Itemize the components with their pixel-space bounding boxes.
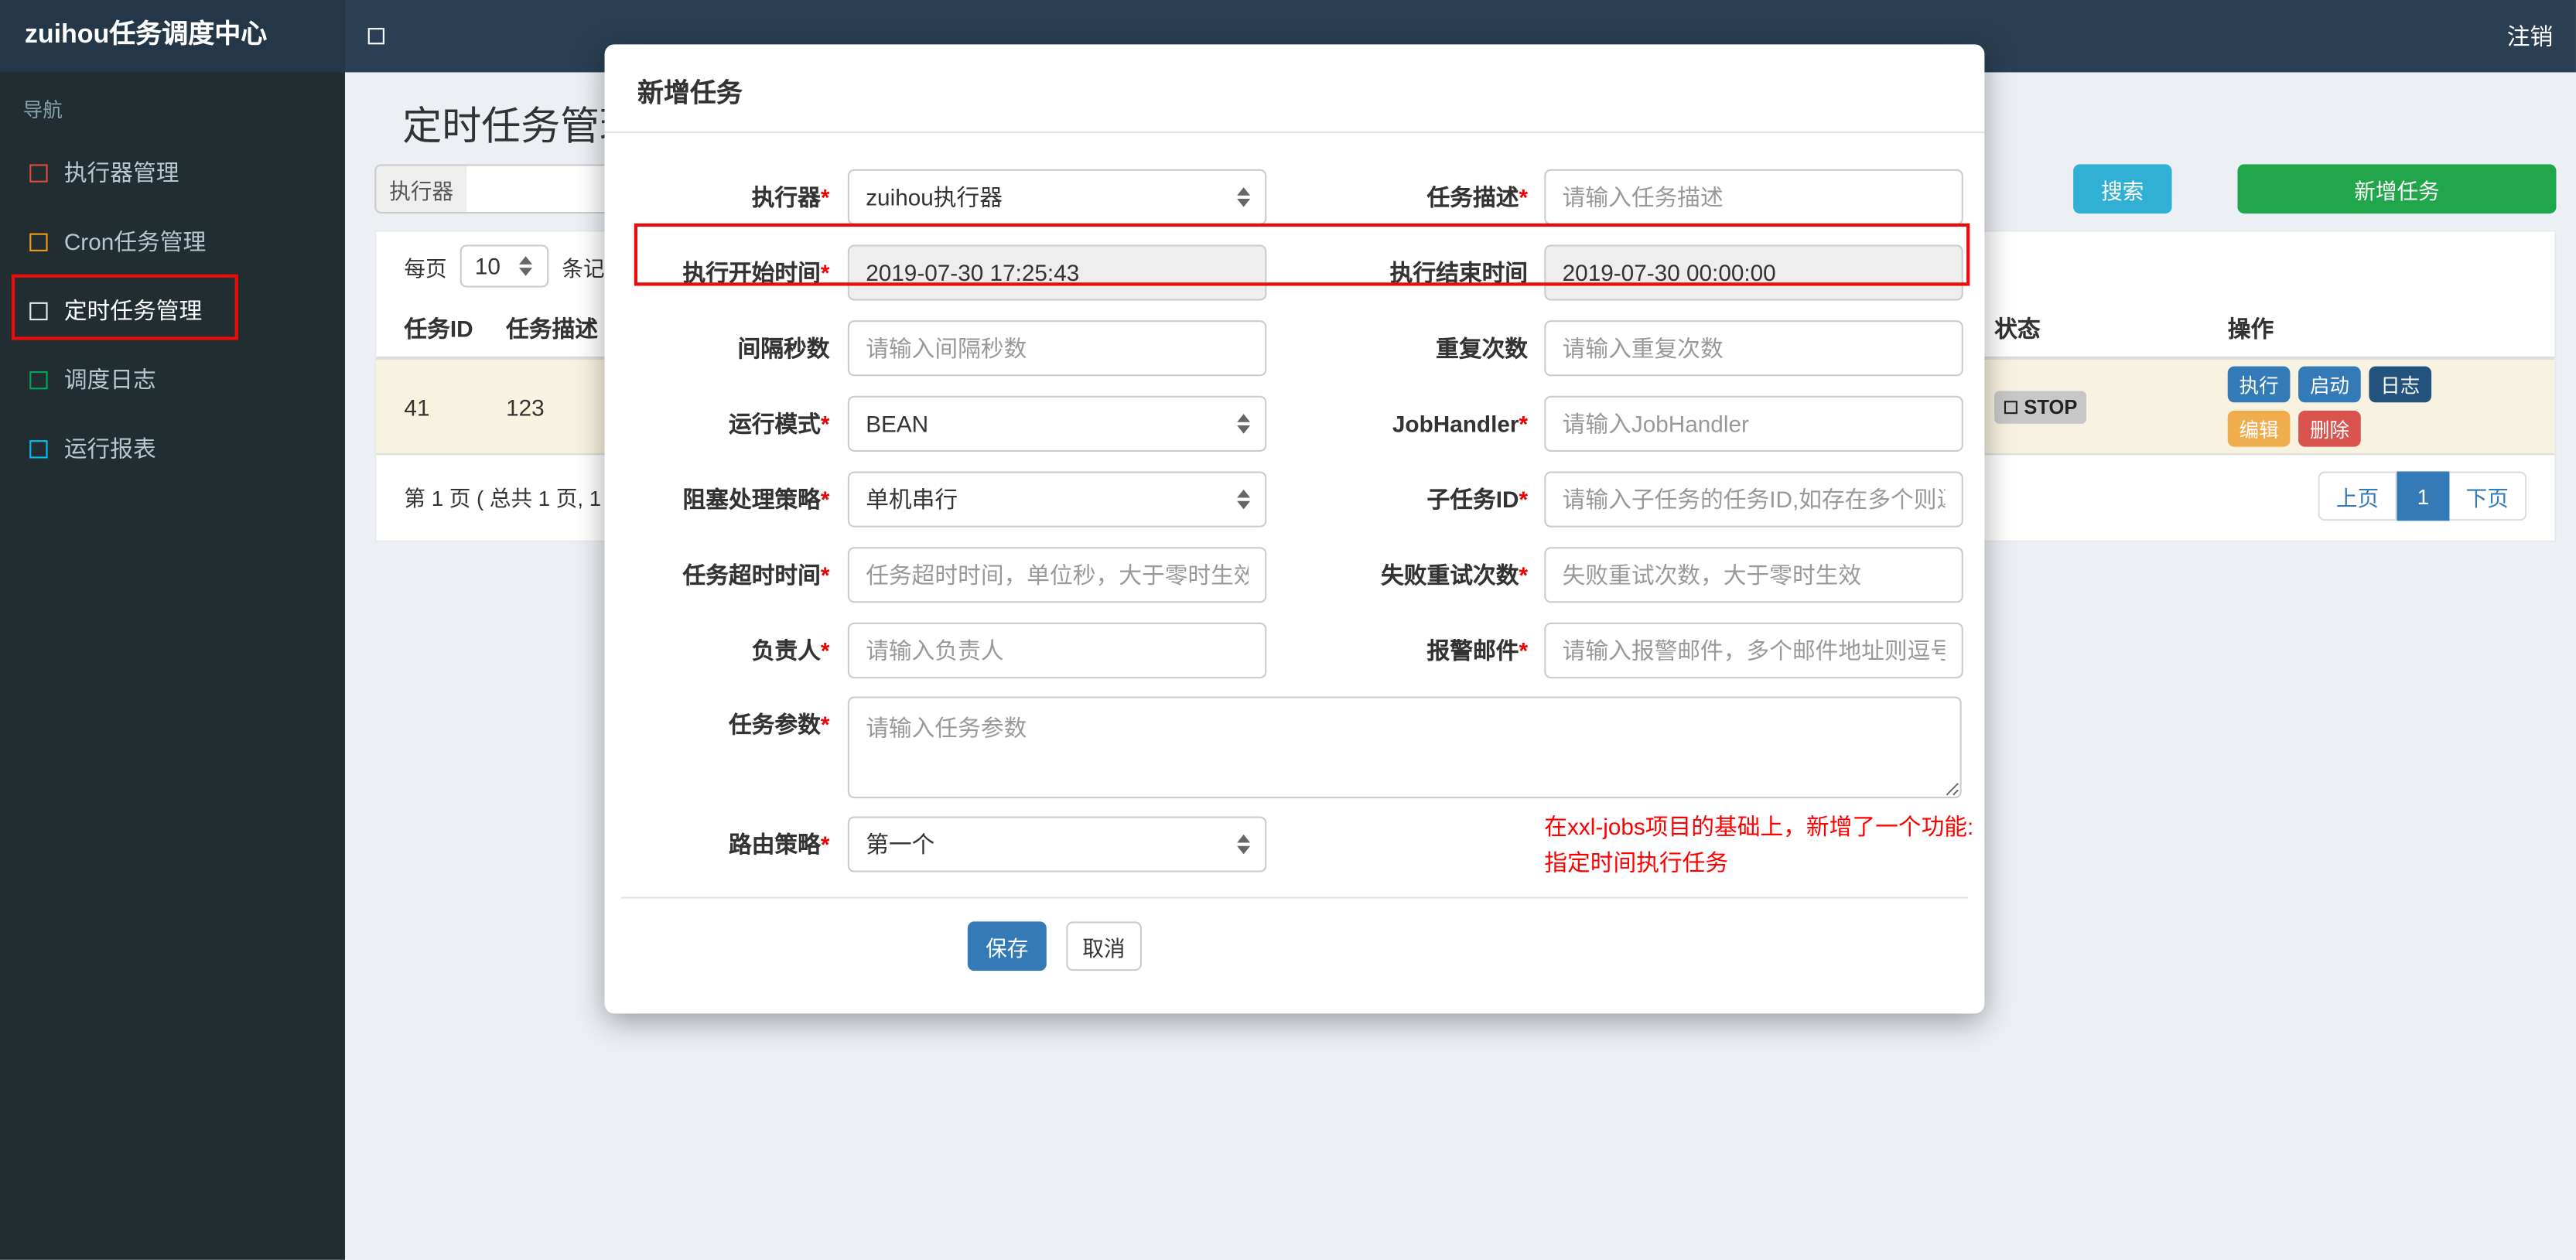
child-jobid-label: 子任务ID* <box>1426 486 1529 513</box>
route-strategy-select-value: 第一个 <box>866 831 935 858</box>
sidebar-item-label: 定时任务管理 <box>63 297 203 324</box>
repeat-count-input[interactable] <box>1544 320 1963 377</box>
select-arrows-icon <box>519 256 533 276</box>
save-button[interactable]: 保存 <box>967 921 1047 971</box>
cell-actions: 执行 启动 日志 编辑 删除 <box>2227 360 2475 453</box>
repeat-count-label: 重复次数 <box>1436 335 1529 362</box>
job-desc-label: 任务描述* <box>1426 183 1529 210</box>
route-strategy-label: 路由策略* <box>728 831 830 858</box>
modal-title: 新增任务 <box>637 80 743 109</box>
glue-type-select[interactable]: BEAN <box>847 395 1267 452</box>
per-page-value: 10 <box>474 253 501 280</box>
modal-footer: 保存 取消 <box>620 896 1969 971</box>
app-root: zuihou任务调度中心 注销 导航 执行器管理 Cron任务管理 定时任务管理… <box>0 0 2576 1260</box>
end-time-input[interactable] <box>1544 244 1963 301</box>
job-desc-input[interactable] <box>1544 169 1963 225</box>
sidebar-item-timed-task-manage[interactable]: 定时任务管理 <box>0 276 345 345</box>
edit-button[interactable]: 编辑 <box>2227 410 2291 447</box>
end-time-label: 执行结束时间 <box>1389 259 1529 286</box>
job-param-textarea[interactable] <box>847 696 1962 799</box>
start-button[interactable]: 启动 <box>2298 366 2361 403</box>
search-button[interactable]: 搜索 <box>2073 164 2172 214</box>
prev-page-button[interactable]: 上页 <box>2318 471 2397 521</box>
fail-retry-label: 失败重试次数* <box>1381 562 1529 589</box>
route-strategy-select[interactable]: 第一个 <box>847 816 1267 872</box>
per-page-prefix: 每页 <box>404 255 447 281</box>
page-1-button[interactable]: 1 <box>2397 471 2450 521</box>
sidebar: 导航 执行器管理 Cron任务管理 定时任务管理 调度日志 运行报表 <box>0 72 345 1260</box>
sidebar-item-label: 运行报表 <box>63 435 156 462</box>
child-jobid-input[interactable] <box>1544 471 1963 528</box>
square-icon <box>29 370 48 389</box>
app-brand: zuihou任务调度中心 <box>0 0 345 73</box>
author-input[interactable] <box>847 622 1267 679</box>
sidebar-item-run-report[interactable]: 运行报表 <box>0 414 345 483</box>
select-arrows-icon <box>1237 834 1251 855</box>
sidebar-item-schedule-log[interactable]: 调度日志 <box>0 345 345 414</box>
sidebar-item-executor-manage[interactable]: 执行器管理 <box>0 138 345 207</box>
executor-select-value: zuihou执行器 <box>866 183 1003 210</box>
block-strategy-select[interactable]: 单机串行 <box>847 471 1267 528</box>
logout-link[interactable]: 注销 <box>2507 0 2553 72</box>
cell-status: STOP <box>1994 390 2228 423</box>
select-arrows-icon <box>1237 489 1251 510</box>
modal-header: 新增任务 <box>604 44 1985 134</box>
add-task-button[interactable]: 新增任务 <box>2237 164 2557 214</box>
job-handler-label: JobHandler* <box>1392 410 1529 437</box>
square-icon <box>29 232 48 251</box>
cell-task-id: 41 <box>404 393 430 420</box>
interval-input[interactable] <box>847 320 1267 377</box>
block-strategy-label: 阻塞处理策略* <box>682 486 830 513</box>
run-button[interactable]: 执行 <box>2227 366 2291 403</box>
col-header-actions: 操作 <box>2227 315 2274 342</box>
square-icon <box>29 163 48 182</box>
sidebar-item-label: 调度日志 <box>63 366 156 393</box>
status-text: STOP <box>2024 394 2078 418</box>
feature-note-line1: 在xxl-jobs项目的基础上，新增了一个功能: <box>1544 813 1974 840</box>
page-title: 定时任务管理 <box>402 104 640 150</box>
pagination: 上页 1 下页 <box>2318 471 2527 521</box>
next-page-button[interactable]: 下页 <box>2449 471 2527 521</box>
delete-button[interactable]: 删除 <box>2298 410 2361 447</box>
sidebar-menu: 执行器管理 Cron任务管理 定时任务管理 调度日志 运行报表 <box>0 138 345 483</box>
timeout-input[interactable] <box>847 547 1267 603</box>
col-header-task-id[interactable]: 任务ID <box>404 312 506 345</box>
per-page-select[interactable]: 10 <box>460 244 549 288</box>
start-time-label: 执行开始时间* <box>682 259 830 286</box>
sidebar-section-label: 导航 <box>22 98 63 122</box>
log-button[interactable]: 日志 <box>2369 366 2432 403</box>
author-label: 负责人* <box>751 637 830 664</box>
add-task-modal: 新增任务 执行器* zuihou执行器 任务描述* 执行开始时间* 执行结束时间… <box>604 44 1985 1014</box>
glue-type-label: 运行模式* <box>728 410 830 437</box>
col-header-status[interactable]: 状态 <box>1994 312 2228 345</box>
glue-type-select-value: BEAN <box>866 410 929 437</box>
sidebar-item-label: 执行器管理 <box>63 159 179 186</box>
status-badge: STOP <box>1994 390 2088 423</box>
executor-label: 执行器* <box>751 183 830 210</box>
sidebar-toggle-icon[interactable] <box>367 28 384 45</box>
sidebar-item-cron-task-manage[interactable]: Cron任务管理 <box>0 207 345 276</box>
executor-filter-addon: 执行器 <box>374 164 469 214</box>
feature-note: 在xxl-jobs项目的基础上，新增了一个功能: 指定时间执行任务 <box>1544 808 1974 880</box>
select-arrows-icon <box>1237 414 1251 434</box>
select-arrows-icon <box>1237 187 1251 207</box>
square-icon <box>29 301 48 320</box>
fail-retry-input[interactable] <box>1544 547 1963 603</box>
feature-note-line2: 指定时间执行任务 <box>1544 849 1729 876</box>
start-time-input[interactable] <box>847 244 1267 301</box>
modal-body: 执行器* zuihou执行器 任务描述* 执行开始时间* 执行结束时间 间隔秒数… <box>605 133 1985 882</box>
sidebar-item-label: Cron任务管理 <box>63 228 207 255</box>
interval-label: 间隔秒数 <box>737 335 830 362</box>
alarm-email-label: 报警邮件* <box>1426 637 1529 664</box>
square-icon <box>29 439 48 458</box>
timeout-label: 任务超时时间* <box>682 562 830 589</box>
executor-select[interactable]: zuihou执行器 <box>847 169 1267 225</box>
stop-square-icon <box>2004 400 2017 414</box>
job-handler-input[interactable] <box>1544 395 1963 452</box>
job-param-label: 任务参数* <box>728 711 830 738</box>
block-strategy-select-value: 单机串行 <box>866 486 958 513</box>
alarm-email-input[interactable] <box>1544 622 1963 679</box>
cancel-button[interactable]: 取消 <box>1066 921 1142 971</box>
